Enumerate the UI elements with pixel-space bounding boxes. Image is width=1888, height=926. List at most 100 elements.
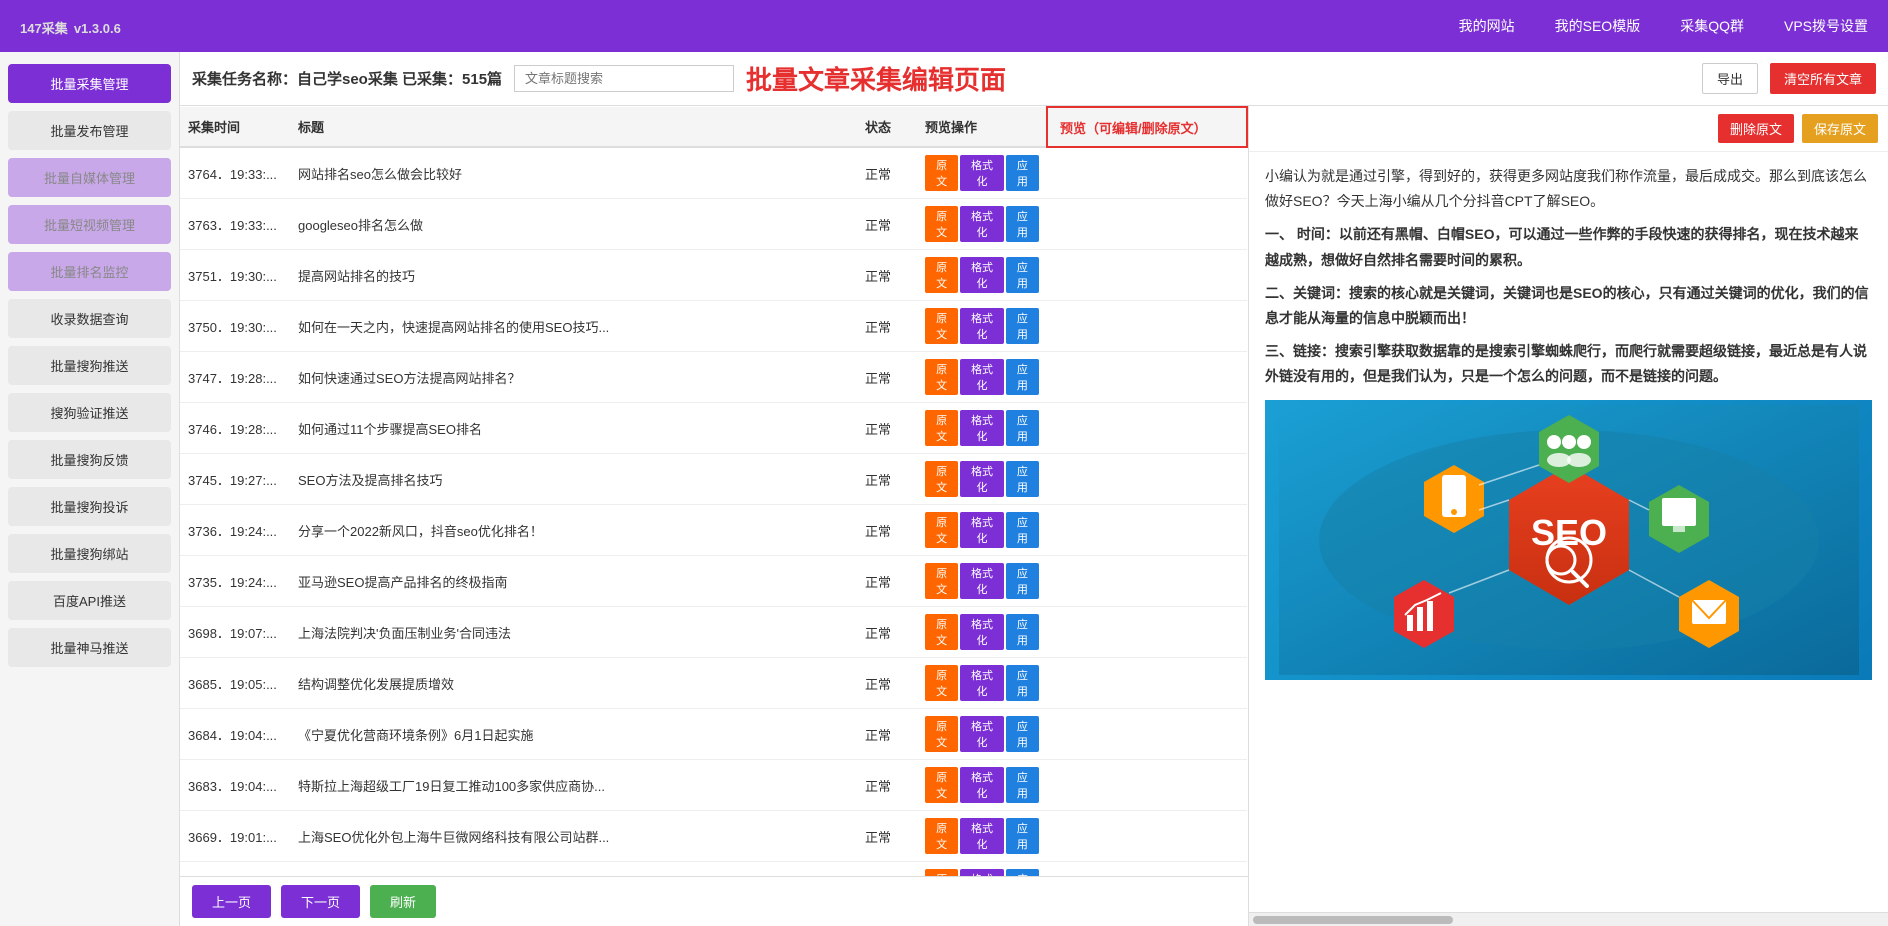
cell-status: 正常 [857, 607, 917, 658]
btn-apply-8[interactable]: 应用 [1006, 563, 1039, 599]
btn-format-7[interactable]: 格式化 [960, 512, 1004, 548]
btn-format-0[interactable]: 格式化 [960, 155, 1004, 191]
btn-original-9[interactable]: 原文 [925, 614, 958, 650]
cell-time: 3685．19:05:... [180, 658, 290, 709]
btn-apply-0[interactable]: 应用 [1006, 155, 1039, 191]
main-layout: 批量采集管理 批量发布管理 批量自媒体管理 批量短视频管理 批量排名监控 收录数… [0, 52, 1888, 926]
sidebar-item-sogou-verify[interactable]: 搜狗验证推送 [8, 393, 171, 432]
cell-time: 3751．19:30:... [180, 250, 290, 301]
cell-preview-op: 原文 格式化 应用 [917, 556, 1047, 607]
save-original-button[interactable]: 保存原文 [1802, 114, 1878, 143]
btn-original-4[interactable]: 原文 [925, 359, 958, 395]
cell-status: 正常 [857, 352, 917, 403]
nav-vps-settings[interactable]: VPS拨号设置 [1784, 16, 1868, 36]
preview-section1: 一、 时间：以前还有黑帽、白帽SEO，可以通过一些作弊的手段快速的获得排名，现在… [1265, 222, 1872, 272]
cell-preview-op: 原文 格式化 应用 [917, 658, 1047, 709]
cell-preview-op: 原文 格式化 应用 [917, 862, 1047, 877]
btn-original-0[interactable]: 原文 [925, 155, 958, 191]
btn-format-6[interactable]: 格式化 [960, 461, 1004, 497]
page-title: 批量文章采集编辑页面 [746, 60, 1690, 97]
btn-apply-1[interactable]: 应用 [1006, 206, 1039, 242]
cell-time: 3698．19:07:... [180, 607, 290, 658]
nav-qq-group[interactable]: 采集QQ群 [1680, 16, 1744, 36]
btn-apply-11[interactable]: 应用 [1006, 716, 1039, 752]
btn-apply-10[interactable]: 应用 [1006, 665, 1039, 701]
preview-scrollbar-h[interactable] [1249, 912, 1888, 926]
btn-format-14[interactable]: 格式化 [960, 869, 1004, 876]
cell-time: 3683．19:04:... [180, 760, 290, 811]
btn-apply-4[interactable]: 应用 [1006, 359, 1039, 395]
btn-apply-7[interactable]: 应用 [1006, 512, 1039, 548]
btn-original-11[interactable]: 原文 [925, 716, 958, 752]
preview-panel: 删除原文 保存原文 小编认为就是通过引擎，得到好的，获得更多网站度我们称作流量，… [1248, 106, 1888, 926]
sidebar-item-sogou-feedback[interactable]: 批量搜狗反馈 [8, 440, 171, 479]
cell-preview-op: 原文 格式化 应用 [917, 301, 1047, 352]
sidebar-item-batch-video: 批量短视频管理 [8, 205, 171, 244]
table-row: 3745．19:27:...SEO方法及提高排名技巧正常 原文 格式化 应用 [180, 454, 1247, 505]
table-row: 3736．19:24:...分享一个2022新风口，抖音seo优化排名！正常 原… [180, 505, 1247, 556]
cell-preview [1047, 199, 1247, 250]
btn-original-2[interactable]: 原文 [925, 257, 958, 293]
btn-original-6[interactable]: 原文 [925, 461, 958, 497]
btn-format-9[interactable]: 格式化 [960, 614, 1004, 650]
btn-format-8[interactable]: 格式化 [960, 563, 1004, 599]
table-row: 3751．19:30:...提高网站排名的技巧正常 原文 格式化 应用 [180, 250, 1247, 301]
cell-title: 提高网站排名的技巧 [290, 250, 857, 301]
cell-time: 3746．19:28:... [180, 403, 290, 454]
btn-apply-2[interactable]: 应用 [1006, 257, 1039, 293]
btn-apply-13[interactable]: 应用 [1006, 818, 1039, 854]
cell-title: 亚马逊SEO提高产品排名的终极指南 [290, 556, 857, 607]
refresh-button[interactable]: 刷新 [370, 885, 436, 918]
next-page-button[interactable]: 下一页 [281, 885, 360, 918]
btn-format-10[interactable]: 格式化 [960, 665, 1004, 701]
btn-original-12[interactable]: 原文 [925, 767, 958, 803]
btn-format-3[interactable]: 格式化 [960, 308, 1004, 344]
table-row: 3763．19:33:...googleseo排名怎么做正常 原文 格式化 应用 [180, 199, 1247, 250]
btn-format-12[interactable]: 格式化 [960, 767, 1004, 803]
btn-original-7[interactable]: 原文 [925, 512, 958, 548]
btn-apply-12[interactable]: 应用 [1006, 767, 1039, 803]
sidebar-item-batch-publish[interactable]: 批量发布管理 [8, 111, 171, 150]
cell-status: 正常 [857, 505, 917, 556]
btn-original-3[interactable]: 原文 [925, 308, 958, 344]
sidebar-item-shenma-push[interactable]: 批量神马推送 [8, 628, 171, 667]
btn-original-14[interactable]: 原文 [925, 869, 958, 876]
search-input[interactable] [514, 65, 734, 92]
btn-original-10[interactable]: 原文 [925, 665, 958, 701]
cell-status: 正常 [857, 250, 917, 301]
sidebar-item-sogou-push[interactable]: 批量搜狗推送 [8, 346, 171, 385]
cell-status: 正常 [857, 862, 917, 877]
cell-title: 上海法院判决'负面压制业务'合同违法 [290, 607, 857, 658]
sidebar-item-baidu-api[interactable]: 百度API推送 [8, 581, 171, 620]
btn-apply-6[interactable]: 应用 [1006, 461, 1039, 497]
btn-original-1[interactable]: 原文 [925, 206, 958, 242]
sidebar-item-sogou-bind[interactable]: 批量搜狗绑站 [8, 534, 171, 573]
nav-seo-template[interactable]: 我的SEO模版 [1555, 16, 1641, 36]
sidebar-item-record-query[interactable]: 收录数据查询 [8, 299, 171, 338]
cell-preview-op: 原文 格式化 应用 [917, 760, 1047, 811]
btn-original-5[interactable]: 原文 [925, 410, 958, 446]
nav-my-site[interactable]: 我的网站 [1459, 16, 1515, 36]
scrollbar-thumb [1253, 916, 1453, 924]
sidebar-item-sogou-complaint[interactable]: 批量搜狗投诉 [8, 487, 171, 526]
btn-original-13[interactable]: 原文 [925, 818, 958, 854]
cell-status: 正常 [857, 556, 917, 607]
sidebar-item-batch-collect[interactable]: 批量采集管理 [8, 64, 171, 103]
btn-format-1[interactable]: 格式化 [960, 206, 1004, 242]
btn-apply-14[interactable]: 应用 [1006, 869, 1039, 876]
btn-apply-5[interactable]: 应用 [1006, 410, 1039, 446]
btn-apply-3[interactable]: 应用 [1006, 308, 1039, 344]
table-row: 3735．19:24:...亚马逊SEO提高产品排名的终极指南正常 原文 格式化… [180, 556, 1247, 607]
clear-all-button[interactable]: 清空所有文章 [1770, 63, 1876, 94]
btn-format-4[interactable]: 格式化 [960, 359, 1004, 395]
prev-page-button[interactable]: 上一页 [192, 885, 271, 918]
btn-format-5[interactable]: 格式化 [960, 410, 1004, 446]
btn-format-2[interactable]: 格式化 [960, 257, 1004, 293]
delete-original-button[interactable]: 删除原文 [1718, 114, 1794, 143]
btn-apply-9[interactable]: 应用 [1006, 614, 1039, 650]
btn-original-8[interactable]: 原文 [925, 563, 958, 599]
btn-format-11[interactable]: 格式化 [960, 716, 1004, 752]
btn-format-13[interactable]: 格式化 [960, 818, 1004, 854]
cell-time: 3668．19:01:... [180, 862, 290, 877]
export-button[interactable]: 导出 [1702, 63, 1758, 94]
